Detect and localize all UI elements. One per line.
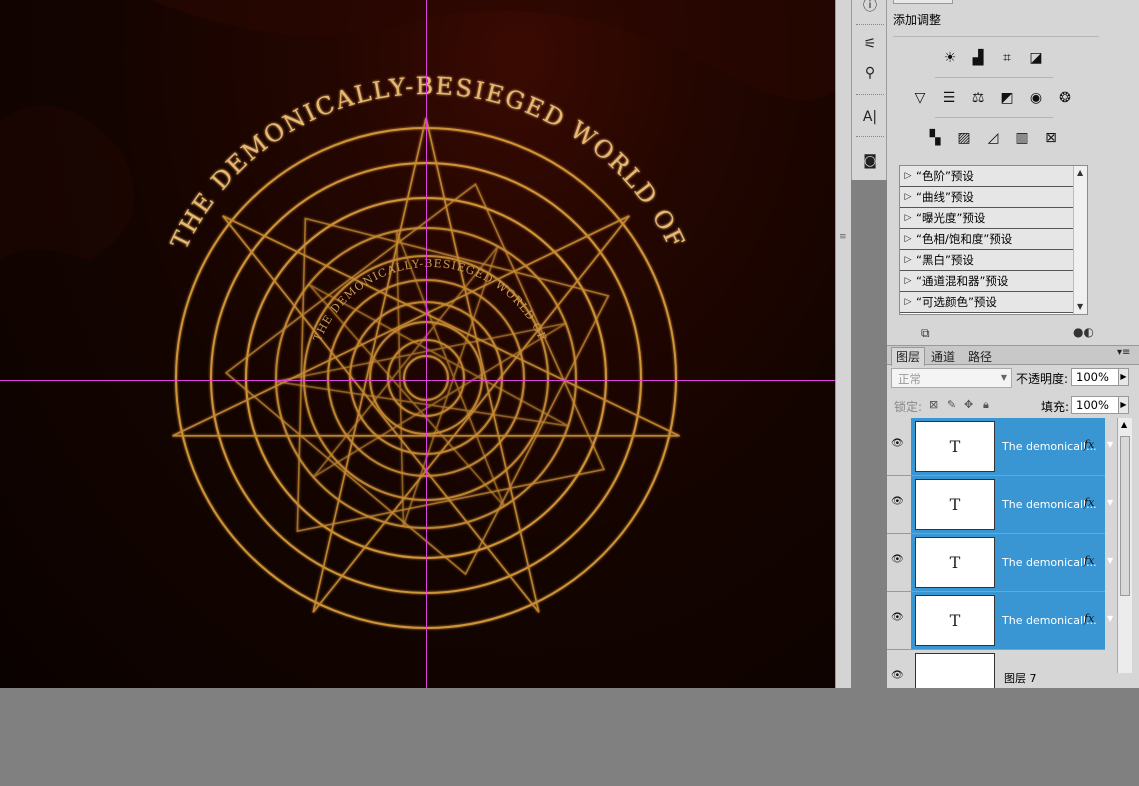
layer-row[interactable]: 👁︎ T The demonicall... fx ▼ — [887, 592, 1113, 650]
lock-transparency-icon[interactable]: ⊠ — [929, 398, 938, 411]
layer-thumbnail — [915, 653, 995, 688]
eye-icon[interactable]: 👁︎ — [891, 612, 904, 623]
usb-icon[interactable]: ⚲ — [858, 62, 882, 84]
preset-channel-mixer[interactable]: ▷ “通道混和器”预设 — [900, 271, 1074, 292]
return-to-list-icon[interactable]: ⧉ — [921, 326, 930, 341]
eye-icon[interactable]: 👁︎ — [891, 554, 904, 565]
chevron-right-icon[interactable]: ▶ — [1118, 368, 1129, 386]
blend-mode-select[interactable]: 正常 ▼ — [891, 368, 1012, 388]
lock-move-icon[interactable]: ✥ — [964, 398, 973, 411]
text-layer-thumbnail: T — [915, 421, 995, 472]
expand-triangle-icon[interactable]: ▷ — [900, 297, 916, 307]
preset-black-white[interactable]: ▷ “黑白”预设 — [900, 250, 1074, 271]
layer-name[interactable]: The demonicall... — [1002, 440, 1097, 453]
brightness-icon[interactable]: ☀ — [939, 47, 961, 69]
preset-selective-color[interactable]: ▷ “可选颜色”预设 — [900, 292, 1074, 313]
layers-scrollbar[interactable]: ▲ — [1117, 418, 1132, 673]
fill-label: 填充: — [1041, 400, 1070, 414]
layer-row[interactable]: 👁︎ T The demonicall... fx ▼ — [887, 534, 1113, 592]
opacity-label: 不透明度: — [1016, 372, 1069, 386]
color-balance-icon[interactable]: ⚖ — [967, 87, 989, 109]
lock-label: 锁定: — [894, 400, 923, 414]
layer-row[interactable]: 👁︎ — [887, 650, 1105, 688]
panel-menu-icon[interactable]: ▾≡ — [1113, 347, 1134, 358]
grip-icon[interactable]: ≡ — [839, 233, 847, 246]
layer-row[interactable]: 👁︎ T The demonicall... fx ▼ — [887, 476, 1113, 534]
posterize-icon[interactable]: ▨ — [953, 127, 975, 149]
info-icon[interactable]: ⓘ — [858, 0, 882, 16]
eye-icon[interactable]: 👁︎ — [891, 670, 904, 681]
vertical-guide[interactable] — [426, 0, 427, 688]
layer-name[interactable]: The demonicall... — [1002, 614, 1097, 627]
panel-collapse-strip[interactable]: ≡ — [835, 0, 851, 688]
preset-hue-saturation[interactable]: ▷ “色相/饱和度”预设 — [900, 229, 1074, 250]
expand-triangle-icon[interactable]: ▷ — [900, 171, 916, 181]
clip-layers-icon[interactable]: ●◐ — [1073, 325, 1094, 339]
horizontal-guide[interactable] — [0, 380, 835, 381]
tab-channels[interactable]: 通道 — [927, 348, 959, 365]
selective-color-icon[interactable]: ⊠ — [1040, 127, 1062, 149]
expand-triangle-icon[interactable]: ▷ — [900, 276, 916, 286]
adjustments-title: 添加调整 — [893, 13, 942, 27]
document-canvas[interactable]: THE DEMONICALLY-BESIEGED WORLD OF THE DE… — [0, 0, 835, 688]
presets-list[interactable]: ▷ “色阶”预设 ▷ “曲线”预设 ▷ “曝光度”预设 ▷ “色相/饱和度”预设 ▷ “黑… — [899, 165, 1088, 315]
expand-triangle-icon[interactable]: ▷ — [900, 213, 916, 223]
threshold-icon[interactable]: ◿ — [982, 127, 1004, 149]
chevron-down-icon: ▼ — [1000, 373, 1007, 382]
invert-icon[interactable]: ▚ — [924, 127, 946, 149]
channel-mixer-icon[interactable]: ❂ — [1054, 87, 1076, 109]
lock-all-icon[interactable]: 🔒︎ — [983, 398, 989, 412]
sliders-icon[interactable]: ⚟ — [858, 33, 882, 55]
tab-layers[interactable]: 图层 — [891, 347, 926, 366]
scroll-thumb[interactable] — [1120, 436, 1130, 596]
expand-triangle-icon[interactable]: ▷ — [900, 192, 916, 202]
layer-name[interactable]: The demonicall... — [1002, 556, 1097, 569]
levels-icon[interactable]: ▟ — [967, 47, 989, 69]
scroll-down-icon[interactable]: ▼ — [1077, 302, 1083, 311]
chevron-down-icon[interactable]: ▼ — [1107, 440, 1113, 449]
layers-panel-header: 图层 通道 路径 ▾≡ — [887, 345, 1139, 366]
text-layer-thumbnail: T — [915, 479, 995, 530]
photo-filter-icon[interactable]: ◉ — [1025, 87, 1047, 109]
scroll-up-icon[interactable]: ▲ — [1121, 420, 1127, 429]
fx-icon[interactable]: fx — [1084, 612, 1094, 625]
eye-icon[interactable]: 👁︎ — [891, 496, 904, 507]
curves-icon[interactable]: ⌗ — [996, 47, 1018, 69]
layer-row[interactable]: 👁︎ T The demonicall... fx ▼ — [887, 418, 1113, 476]
camera-icon[interactable]: ◙ — [858, 150, 882, 172]
chevron-right-icon[interactable]: ▶ — [1118, 396, 1129, 414]
preset-curves[interactable]: ▷ “曲线”预设 — [900, 187, 1074, 208]
chevron-down-icon[interactable]: ▼ — [1107, 614, 1113, 623]
text-layer-thumbnail: T — [915, 595, 995, 646]
scroll-up-icon[interactable]: ▲ — [1077, 168, 1083, 177]
lock-brush-icon[interactable]: ✎ — [947, 398, 956, 411]
expand-triangle-icon[interactable]: ▷ — [900, 234, 916, 244]
preset-exposure[interactable]: ▷ “曝光度”预设 — [900, 208, 1074, 229]
character-icon[interactable]: A| — [858, 106, 882, 128]
fx-icon[interactable]: fx — [1084, 438, 1094, 451]
presets-scrollbar[interactable]: ▲ ▼ — [1073, 166, 1087, 314]
artwork: THE DEMONICALLY-BESIEGED WORLD OF THE DE… — [0, 0, 835, 629]
opacity-field[interactable]: 100% ▶ — [1071, 368, 1129, 386]
tab-paths[interactable]: 路径 — [964, 348, 996, 365]
hue-saturation-icon[interactable]: ☰ — [938, 87, 960, 109]
fx-icon[interactable]: fx — [1084, 554, 1094, 567]
exposure-icon[interactable]: ◪ — [1025, 47, 1047, 69]
preset-levels[interactable]: ▷ “色阶”预设 — [900, 166, 1074, 187]
layer-name[interactable]: 图层 7 — [1001, 670, 1040, 686]
chevron-down-icon[interactable]: ▼ — [1107, 498, 1113, 507]
black-white-icon[interactable]: ◩ — [996, 87, 1018, 109]
panel-dock-strip: ⓘ ⚟ ⚲ A| ◙ — [851, 0, 887, 180]
vibrance-icon[interactable]: ▽ — [909, 87, 931, 109]
eye-icon[interactable]: 👁︎ — [891, 438, 904, 449]
fx-icon[interactable]: fx — [1084, 496, 1094, 509]
expand-triangle-icon[interactable]: ▷ — [900, 255, 916, 265]
fill-field[interactable]: 100% ▶ — [1071, 396, 1129, 414]
layer-name[interactable]: The demonicall... — [1002, 498, 1097, 511]
chevron-down-icon[interactable]: ▼ — [1107, 556, 1113, 565]
gradient-map-icon[interactable]: ▥ — [1011, 127, 1033, 149]
text-layer-thumbnail: T — [915, 537, 995, 588]
adjustments-tab[interactable] — [893, 0, 953, 4]
